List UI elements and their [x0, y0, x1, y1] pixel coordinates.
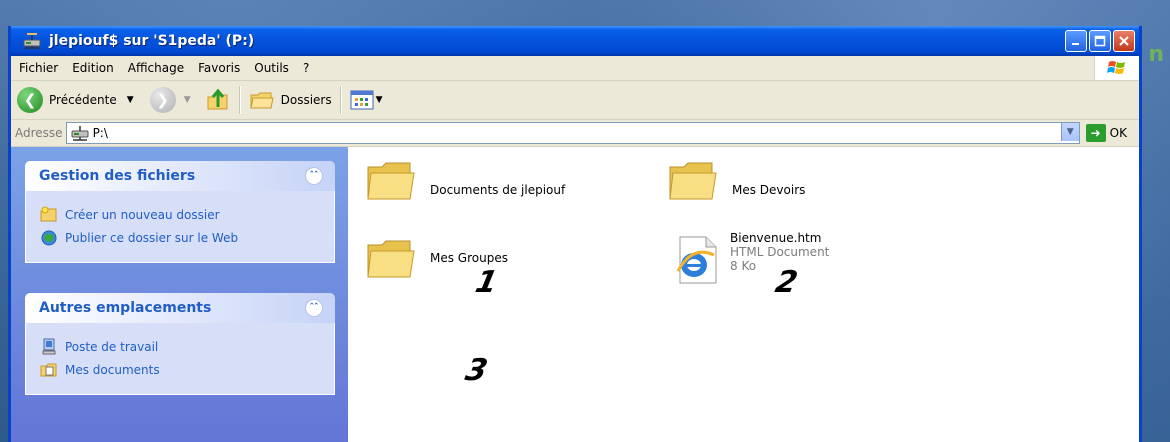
- file-details: Bienvenue.htm HTML Document 8 Ko: [730, 231, 829, 273]
- collapse-icon[interactable]: ˆˆ: [305, 299, 323, 317]
- file-tasks-title: Gestion des fichiers: [39, 168, 196, 184]
- other-places-panel: Autres emplacements ˆˆ Poste de travail: [25, 293, 335, 395]
- forward-arrow-icon: ❯: [149, 87, 176, 113]
- close-button[interactable]: [1113, 30, 1135, 52]
- maximize-icon: [1094, 35, 1106, 47]
- folders-icon: [249, 92, 274, 109]
- file-list: Documents de jlepiouf 1 Mes Devoirs 2 Me…: [348, 147, 1139, 442]
- up-folder-button[interactable]: [205, 87, 231, 113]
- file-name: Documents de jlepiouf: [430, 183, 566, 197]
- explorer-window: jlepiouf$ sur 'S1peda' (P:) Fichier Edit…: [8, 26, 1142, 442]
- file-item-mes-groupes[interactable]: Mes Groupes: [366, 237, 508, 281]
- file-item-bienvenue[interactable]: Bienvenue.htm HTML Document 8 Ko: [672, 231, 829, 285]
- desktop-background-text: n: [1148, 42, 1164, 67]
- up-folder-icon: [207, 88, 228, 110]
- folder-icon: [367, 162, 415, 200]
- views-button[interactable]: ▼: [350, 89, 383, 111]
- collapse-icon[interactable]: ˆˆ: [305, 167, 323, 185]
- file-tasks-panel: Gestion des fichiers ˆˆ Créer un nouveau…: [25, 161, 335, 263]
- folders-label: Dossiers: [280, 93, 332, 107]
- address-bar: Adresse P:\ ▼ ➜ OK: [11, 120, 1139, 147]
- back-button[interactable]: ❮ Précédente ▼: [17, 87, 134, 113]
- go-label: OK: [1109, 126, 1127, 140]
- toolbar: ❮ Précédente ▼ ❯ ▼ Dossiers ▼: [11, 81, 1139, 120]
- minimize-button[interactable]: [1065, 30, 1087, 52]
- forward-button[interactable]: ❯ ▼: [149, 87, 191, 113]
- file-size: 8 Ko: [730, 259, 757, 273]
- address-label: Adresse: [15, 126, 63, 140]
- file-tasks-body: Créer un nouveau dossier Publier ce doss…: [25, 191, 335, 263]
- address-dropdown-icon[interactable]: ▼: [1060, 123, 1079, 141]
- go-arrow-icon: ➜: [1085, 124, 1106, 142]
- task-new-folder-label: Créer un nouveau dossier: [65, 208, 220, 222]
- menu-affichage[interactable]: Affichage: [121, 61, 191, 75]
- back-arrow-icon: ❮: [17, 87, 43, 113]
- back-label: Précédente: [49, 93, 117, 107]
- task-publish-web[interactable]: Publier ce dossier sur le Web: [40, 229, 322, 247]
- file-item-mes-devoirs[interactable]: Mes Devoirs: [668, 159, 805, 203]
- ie-icon: [676, 236, 717, 284]
- toolbar-separator: [238, 86, 241, 114]
- window-title: jlepiouf$ sur 'S1peda' (P:): [49, 33, 255, 49]
- menu-help[interactable]: ?: [296, 61, 316, 75]
- address-value: P:\: [92, 126, 108, 140]
- close-icon: [1119, 36, 1129, 46]
- my-documents-icon: [40, 363, 57, 377]
- task-pane: Gestion des fichiers ˆˆ Créer un nouveau…: [11, 147, 348, 442]
- file-tasks-header[interactable]: Gestion des fichiers ˆˆ: [25, 161, 335, 191]
- windows-logo-icon: [1094, 56, 1139, 80]
- network-drive-icon: [23, 33, 41, 49]
- annotation-number: 3: [462, 353, 491, 388]
- maximize-button[interactable]: [1089, 30, 1111, 52]
- views-dropdown-icon[interactable]: ▼: [376, 95, 383, 105]
- place-my-documents[interactable]: Mes documents: [40, 361, 322, 379]
- address-input[interactable]: P:\ ▼: [65, 122, 1080, 144]
- file-type: HTML Document: [730, 245, 830, 259]
- my-computer-icon: [42, 338, 56, 355]
- other-places-title: Autres emplacements: [39, 300, 212, 316]
- network-drive-icon: [71, 126, 89, 141]
- file-name: Bienvenue.htm: [730, 231, 822, 245]
- toolbar-separator: [339, 86, 342, 114]
- folder-icon: [669, 162, 717, 200]
- publish-web-icon: [41, 230, 57, 246]
- menu-bar: Fichier Edition Affichage Favoris Outils…: [11, 56, 1139, 81]
- minimize-icon: [1072, 43, 1079, 45]
- task-publish-web-label: Publier ce dossier sur le Web: [65, 231, 239, 245]
- menu-edition[interactable]: Edition: [65, 61, 121, 75]
- file-name: Mes Groupes: [430, 251, 508, 265]
- title-bar[interactable]: jlepiouf$ sur 'S1peda' (P:): [11, 26, 1139, 56]
- other-places-header[interactable]: Autres emplacements ˆˆ: [25, 293, 335, 323]
- go-button[interactable]: ➜ OK: [1085, 124, 1127, 142]
- views-icon: [350, 90, 374, 110]
- folders-button[interactable]: Dossiers: [249, 89, 332, 111]
- menu-favoris[interactable]: Favoris: [191, 61, 247, 75]
- file-item-documents[interactable]: Documents de jlepiouf: [366, 159, 565, 203]
- file-name: Mes Devoirs: [732, 183, 806, 197]
- place-my-computer-label: Poste de travail: [65, 340, 159, 354]
- forward-dropdown-icon[interactable]: ▼: [184, 95, 191, 105]
- menu-fichier[interactable]: Fichier: [11, 61, 65, 75]
- other-places-body: Poste de travail Mes documents: [25, 323, 335, 395]
- folder-icon: [367, 240, 415, 278]
- place-my-documents-label: Mes documents: [65, 363, 160, 377]
- back-dropdown-icon[interactable]: ▼: [127, 95, 134, 105]
- place-my-computer[interactable]: Poste de travail: [40, 338, 322, 356]
- new-folder-icon: [40, 206, 57, 222]
- task-new-folder[interactable]: Créer un nouveau dossier: [40, 206, 322, 224]
- menu-outils[interactable]: Outils: [247, 61, 296, 75]
